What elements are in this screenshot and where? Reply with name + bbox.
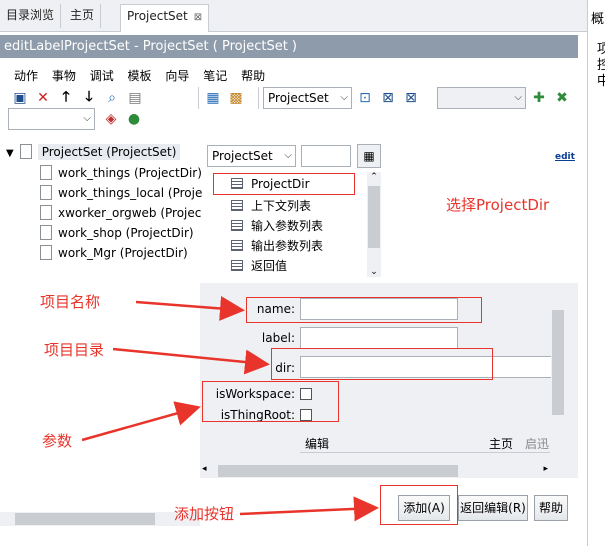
- annotation-arrow: [135, 296, 245, 321]
- annotation-params: 参数: [42, 432, 73, 450]
- annotation-select-projectdir: 选择ProjectDir: [446, 196, 550, 214]
- annotation-project-dir: 项目目录: [44, 341, 105, 359]
- annotation-project-name: 项目名称: [40, 293, 101, 311]
- annotation-arrow: [81, 401, 201, 442]
- annotation-arrow: [112, 347, 270, 375]
- annotation-arrow: [239, 496, 379, 522]
- annotation-arrows: [81, 296, 379, 522]
- annotation-add-button: 添加按钮: [174, 505, 235, 523]
